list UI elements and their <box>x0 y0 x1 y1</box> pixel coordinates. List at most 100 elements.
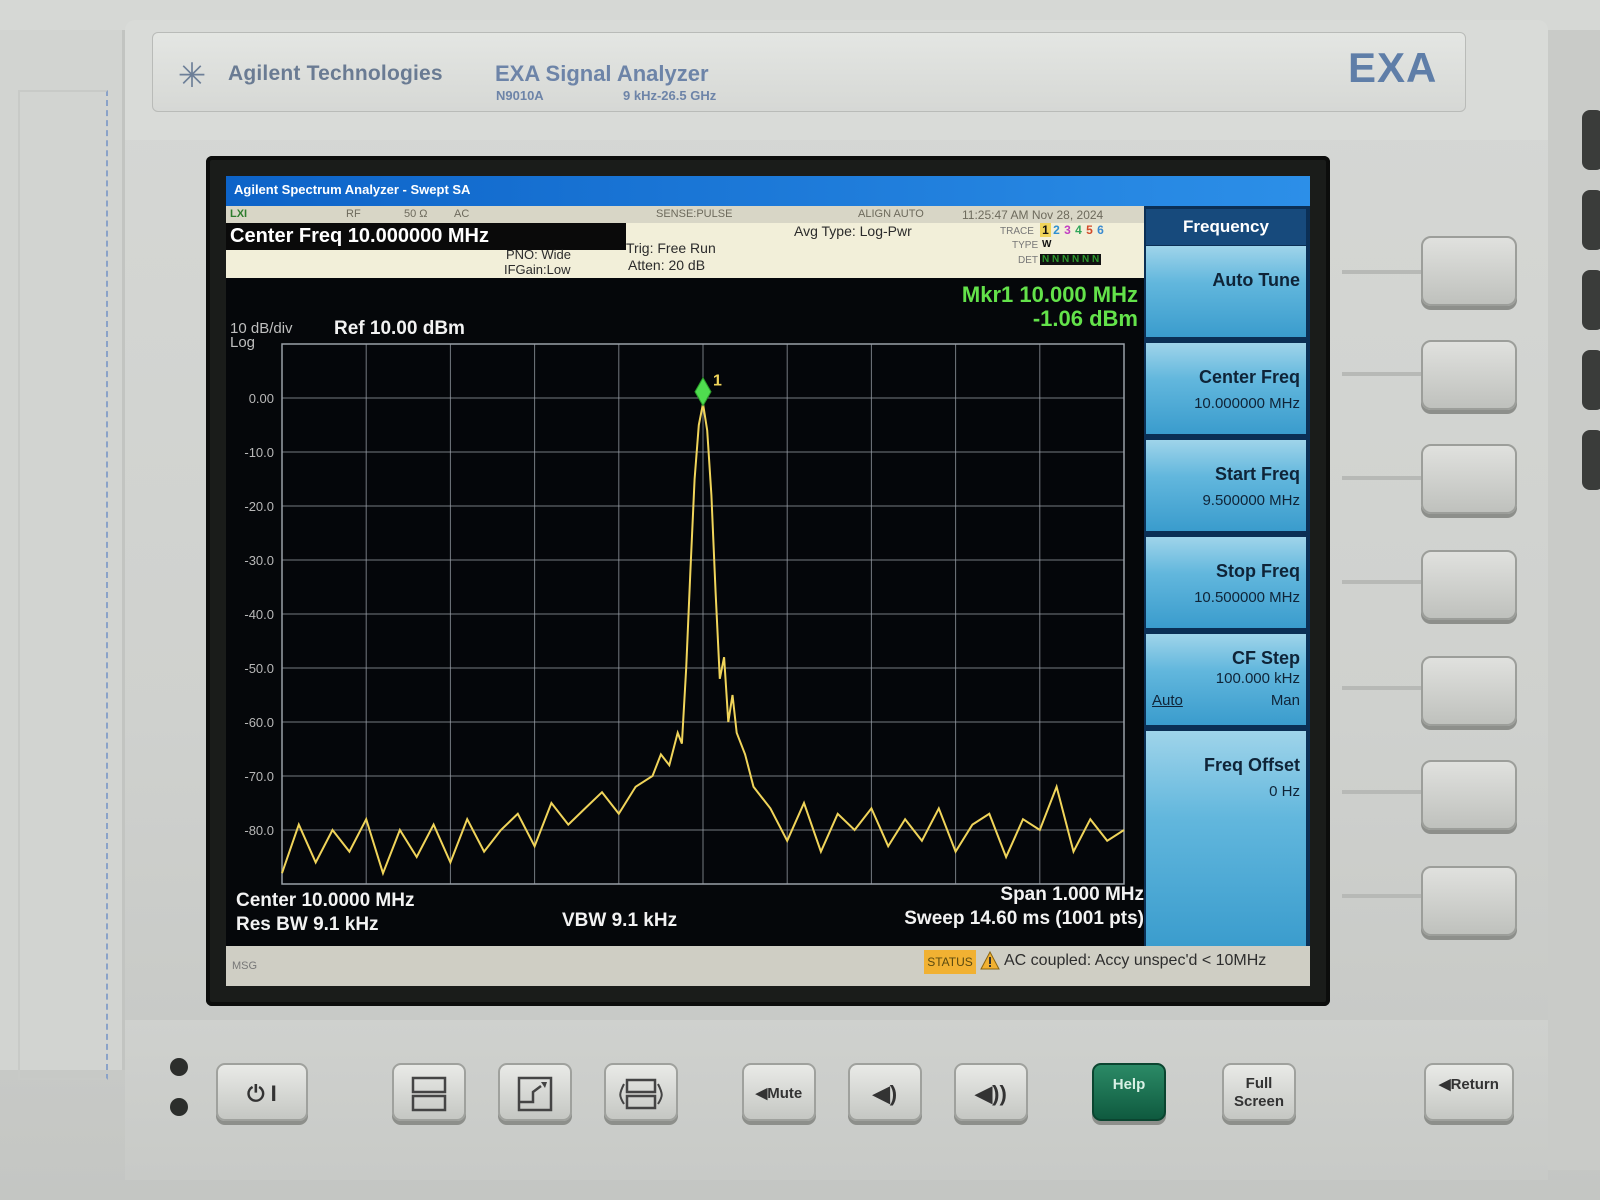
status-led <box>170 1058 188 1076</box>
edge-key[interactable] <box>1582 270 1600 330</box>
exa-badge: EXA <box>1348 44 1438 91</box>
trace-label: TRACE <box>1000 226 1034 237</box>
agilent-starburst-icon: ✳ <box>177 57 207 95</box>
det-label: DET <box>1018 255 1038 266</box>
video-bandwidth: VBW 9.1 kHz <box>562 910 678 931</box>
hard-softkey-5[interactable] <box>1421 656 1517 726</box>
softkey-slot <box>1342 270 1422 274</box>
y-tick-label: -50.0 <box>244 661 274 676</box>
y-tick-label: -60.0 <box>244 715 274 730</box>
span: Span 1.000 MHz <box>1000 884 1144 905</box>
edge-key[interactable] <box>1582 110 1600 170</box>
softkey-label: CF Step <box>1231 648 1300 668</box>
softkey-freq-offset[interactable]: Freq Offset 0 Hz <box>1146 731 1306 951</box>
next-window-button[interactable] <box>604 1063 678 1121</box>
volume-up-button[interactable]: ◀)) <box>954 1063 1028 1121</box>
softkey-slot <box>1342 894 1422 898</box>
full-screen-button[interactable]: Full Screen <box>1222 1063 1296 1121</box>
softkey-label: Stop Freq <box>1216 561 1300 581</box>
softkey-value: 10.500000 MHz <box>1194 589 1300 606</box>
hard-softkey-7[interactable] <box>1421 866 1517 936</box>
help-button[interactable]: Help <box>1092 1063 1166 1121</box>
window-title: Agilent Spectrum Analyzer - Swept SA <box>234 182 471 197</box>
status-tag: STATUS <box>924 950 976 974</box>
mute-button[interactable]: ◀Mute <box>742 1063 816 1121</box>
softkey-slot <box>1342 686 1422 690</box>
softkey-label: Auto Tune <box>1212 270 1300 290</box>
edge-key[interactable] <box>1582 430 1600 490</box>
hard-softkey-3[interactable] <box>1421 444 1517 514</box>
softkey-man-option: Man <box>1270 692 1300 709</box>
speaker-icon: ◀ <box>755 1085 768 1102</box>
status-row: LXI RF 50 Ω AC SENSE:PULSE ALIGN AUTO 11… <box>226 206 1144 223</box>
softkey-start-freq[interactable]: Start Freq 9.500000 MHz <box>1146 440 1306 534</box>
warning-triangle-icon <box>980 951 1000 970</box>
marker-amplitude: -1.06 dBm <box>1032 306 1138 331</box>
center-freq-display[interactable]: Center Freq 10.000000 MHz <box>226 223 626 250</box>
spectrum-plot: 0.00 -10.0 -20.0 -30.0 -40.0 -50.0 -60.0 -70.0 -… <box>244 343 1125 885</box>
split-screen-button[interactable] <box>392 1063 466 1121</box>
edge-key[interactable] <box>1582 350 1600 410</box>
left-panel-inset <box>18 90 108 1080</box>
left-side-panel <box>0 30 125 1080</box>
y-tick-label: 0.00 <box>249 391 274 406</box>
power-button[interactable]: ⏻ I <box>216 1063 308 1121</box>
window-titlebar: Agilent Spectrum Analyzer - Swept SA <box>226 176 1310 206</box>
type-label: TYPE <box>1012 240 1039 251</box>
softkey-label: Freq Offset <box>1203 755 1300 775</box>
marker-number-label: 1 <box>713 373 722 390</box>
softkey-stop-freq[interactable]: Stop Freq 10.500000 MHz <box>1146 537 1306 631</box>
y-tick-label: -20.0 <box>244 499 274 514</box>
softkey-slot <box>1342 476 1422 480</box>
spectrum-graph-area: 0.00 -10.0 -20.0 -30.0 -40.0 -50.0 -60.0 -70.0 -… <box>226 278 1144 946</box>
hard-softkey-6[interactable] <box>1421 760 1517 830</box>
softkey-label: Start Freq <box>1214 464 1300 484</box>
scale-type-label: Log <box>230 334 256 351</box>
reference-level: Ref 10.00 dBm <box>334 318 465 339</box>
softkey-auto-tune[interactable]: Auto Tune <box>1146 246 1306 340</box>
y-tick-label: -40.0 <box>244 607 274 622</box>
softkey-value: 100.000 kHz <box>1215 670 1300 687</box>
softkey-menu: Frequency Auto Tune Center Freq 10.00000… <box>1144 206 1310 951</box>
impedance-indicator: 50 Ω <box>404 208 428 220</box>
attenuation-setting: Atten: 20 dB <box>628 257 706 273</box>
bottom-panel <box>125 1020 1548 1180</box>
datetime: 11:25:47 AM Nov 28, 2024 <box>962 208 1104 222</box>
softkey-slot <box>1342 580 1422 584</box>
volume-down-icon: ◀) <box>872 1081 898 1106</box>
return-arrow-icon: ◀ <box>1439 1076 1451 1093</box>
trace-table: TRACE 123456 TYPE W DET N N N N N N <box>996 223 1144 278</box>
split-screen-icon <box>411 1076 447 1112</box>
rf-indicator: RF <box>346 208 361 220</box>
zoom-window-button[interactable] <box>498 1063 572 1121</box>
softkey-label: Center Freq <box>1198 367 1300 387</box>
hard-softkey-2[interactable] <box>1421 340 1517 410</box>
message-bar: MSG STATUS AC coupled: Accy unspec'd < 1… <box>226 946 1310 986</box>
softkey-slot <box>1342 790 1422 794</box>
y-tick-label: -30.0 <box>244 553 274 568</box>
sweep-time: Sweep 14.60 ms (1001 pts) <box>904 908 1144 929</box>
volume-down-button[interactable]: ◀) <box>848 1063 922 1121</box>
softkey-value: 10.000000 MHz <box>1194 395 1300 412</box>
det-value: N N N N N N <box>1040 254 1102 265</box>
y-tick-label: -10.0 <box>244 445 274 460</box>
hard-softkey-1[interactable] <box>1421 236 1517 306</box>
trigger-setting: Trig: Free Run <box>626 240 716 256</box>
softkey-center-freq[interactable]: Center Freq 10.000000 MHz <box>1146 343 1306 437</box>
hard-softkey-4[interactable] <box>1421 550 1517 620</box>
avg-type-setting: Avg Type: Log-Pwr <box>794 223 912 239</box>
softkey-slot <box>1342 372 1422 376</box>
volume-up-icon: ◀)) <box>975 1081 1007 1106</box>
softkey-cf-step[interactable]: CF Step 100.000 kHz Auto Man <box>1146 634 1306 728</box>
marker-frequency: Mkr1 10.000 MHz <box>961 282 1138 307</box>
ifgain-setting: IFGain:Low <box>504 262 571 277</box>
trace-number: 2 <box>1053 223 1060 237</box>
return-button[interactable]: ◀Return <box>1424 1063 1514 1121</box>
softkey-auto-option: Auto <box>1152 692 1183 709</box>
trace-number: 5 <box>1086 223 1093 237</box>
coupling-indicator: AC <box>454 208 470 220</box>
edge-key[interactable] <box>1582 190 1600 250</box>
center-frequency: Center 10.0000 MHz <box>236 890 415 911</box>
align-indicator: ALIGN AUTO <box>858 208 924 220</box>
softkey-menu-title: Frequency <box>1146 209 1306 245</box>
